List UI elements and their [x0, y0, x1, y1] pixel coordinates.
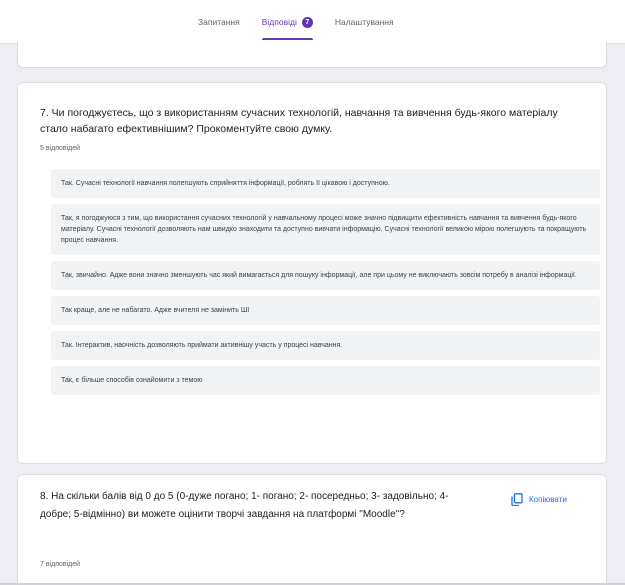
question-8-response-count: 7 відповідей	[40, 561, 81, 568]
tab-settings[interactable]: Налаштування	[335, 0, 394, 44]
responses-count-badge: 7	[301, 16, 313, 28]
question-7-response-count: 5 відповідей	[40, 145, 81, 152]
tab-settings-label: Налаштування	[334, 17, 394, 27]
tab-questions[interactable]: Запитання	[198, 0, 240, 44]
question-7-card: 7. Чи погоджуєтесь, що з використанням с…	[17, 82, 607, 464]
answer-item: Так. Сучасні технології навчання полегшу…	[51, 169, 600, 198]
answer-item: Так. Інтерактив, наочність дозволяють пр…	[51, 331, 600, 360]
question-7-answers: Так. Сучасні технології навчання полегшу…	[51, 169, 600, 401]
copy-button[interactable]: Копіювати	[511, 493, 567, 507]
answer-item: Так, я погоджуюся з тим, що використання…	[51, 204, 600, 255]
tab-questions-label: Запитання	[198, 17, 240, 27]
copy-button-label: Копіювати	[529, 495, 567, 504]
top-bar: Запитання Відповіді 7 Налаштування	[0, 0, 625, 44]
copy-icon	[511, 493, 523, 507]
question-8-card: 8. На скільки балів від 0 до 5 (0-дуже п…	[17, 474, 607, 585]
question-8-title: 8. На скільки балів від 0 до 5 (0-дуже п…	[40, 491, 449, 520]
answer-item: Так краще, але не набагато. Адже вчителя…	[51, 296, 600, 325]
answer-item: Так, є більше способів ознайомити з темо…	[51, 366, 600, 395]
tab-bar: Запитання Відповіді 7 Налаштування	[198, 0, 394, 44]
previous-question-card	[17, 42, 607, 68]
tab-responses-label: Відповіді	[261, 17, 297, 27]
answer-item: Так, звичайно. Адже вони значно зменшуют…	[51, 261, 600, 290]
tab-responses[interactable]: Відповіді 7	[261, 0, 313, 44]
question-7-title: 7. Чи погоджуєтесь, що з використанням с…	[40, 107, 558, 135]
